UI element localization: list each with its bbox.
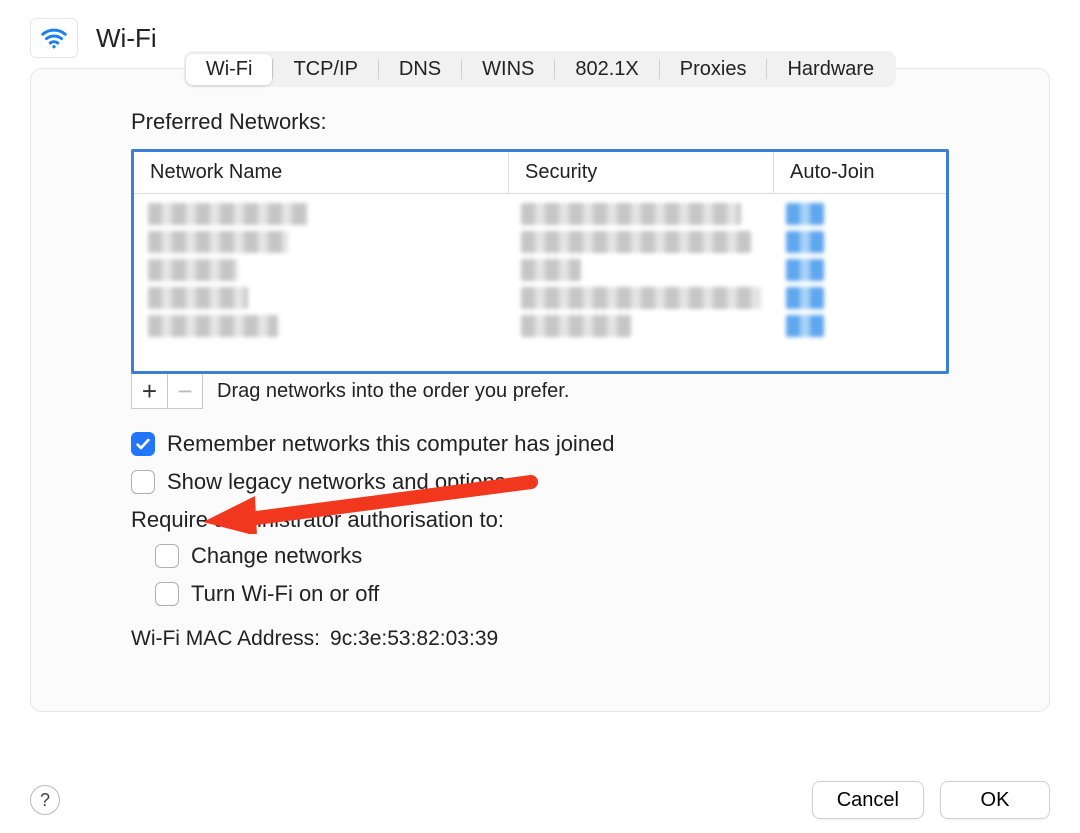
table-row[interactable] — [146, 256, 934, 284]
mac-address-label: Wi-Fi MAC Address: — [131, 627, 320, 651]
column-security[interactable]: Security — [509, 152, 774, 193]
remember-networks-label: Remember networks this computer has join… — [167, 431, 615, 457]
drag-hint-text: Drag networks into the order you prefer. — [217, 380, 569, 403]
wifi-onoff-label: Turn Wi-Fi on or off — [191, 581, 379, 607]
admin-authorisation-label: Require administrator authorisation to: — [131, 507, 949, 533]
column-auto-join[interactable]: Auto-Join — [774, 152, 946, 193]
table-body — [134, 194, 946, 346]
remove-network-button[interactable]: − — [167, 373, 203, 409]
remember-networks-checkbox[interactable] — [131, 432, 155, 456]
help-button[interactable]: ? — [30, 785, 60, 815]
show-legacy-label: Show legacy networks and options — [167, 469, 506, 495]
preferred-networks-table[interactable]: Network Name Security Auto-Join — [131, 149, 949, 374]
add-network-button[interactable]: + — [131, 373, 167, 409]
table-header: Network Name Security Auto-Join — [134, 152, 946, 194]
change-networks-label: Change networks — [191, 543, 362, 569]
table-row[interactable] — [146, 200, 934, 228]
table-row[interactable] — [146, 312, 934, 340]
page-title: Wi-Fi — [96, 23, 157, 54]
wifi-onoff-checkbox[interactable] — [155, 582, 179, 606]
settings-panel: Wi-Fi TCP/IP DNS WINS 802.1X Proxies Har… — [30, 68, 1050, 712]
show-legacy-checkbox[interactable] — [131, 470, 155, 494]
change-networks-checkbox[interactable] — [155, 544, 179, 568]
column-network-name[interactable]: Network Name — [134, 152, 509, 193]
table-row[interactable] — [146, 228, 934, 256]
cancel-button[interactable]: Cancel — [812, 781, 924, 819]
mac-address-value: 9c:3e:53:82:03:39 — [330, 627, 498, 651]
preferred-networks-label: Preferred Networks: — [131, 109, 949, 135]
ok-button[interactable]: OK — [940, 781, 1050, 819]
table-row[interactable] — [146, 284, 934, 312]
